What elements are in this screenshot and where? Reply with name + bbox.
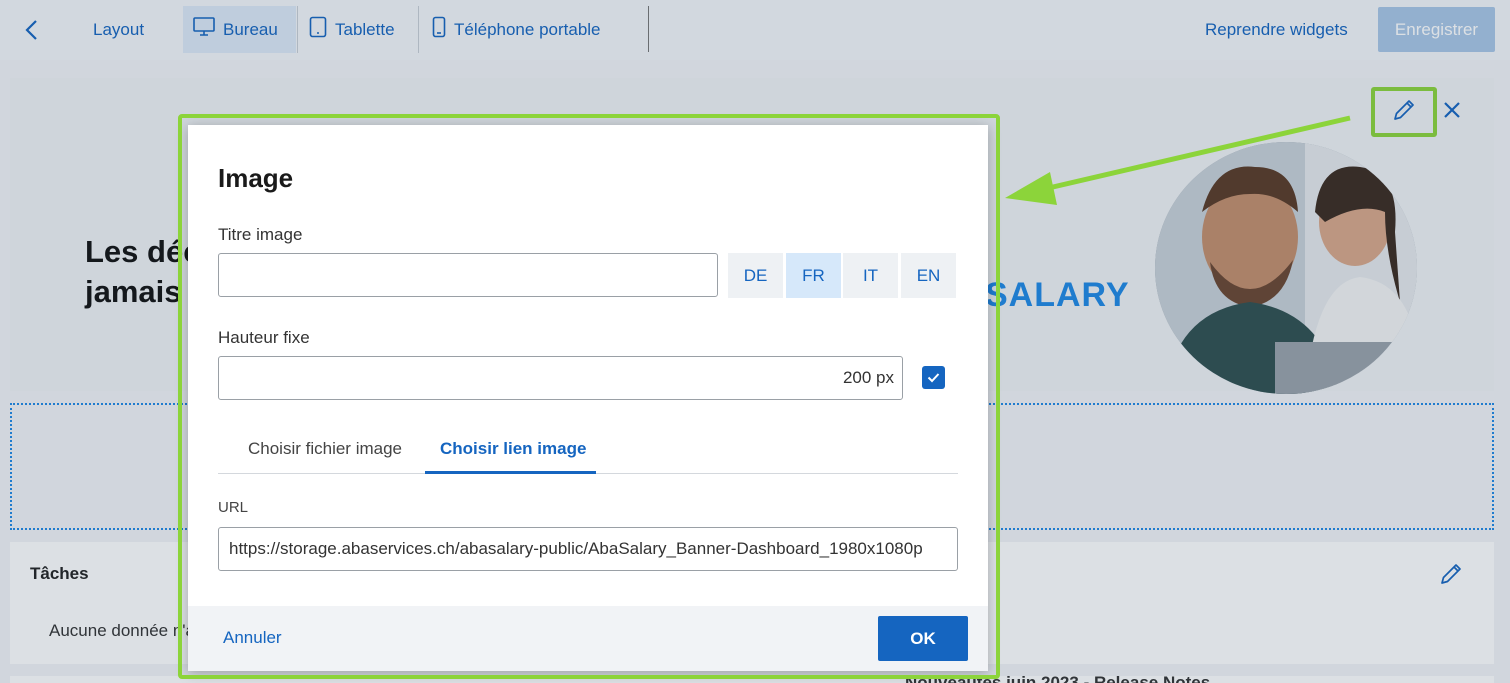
annotation-highlight-frame (178, 114, 1000, 679)
